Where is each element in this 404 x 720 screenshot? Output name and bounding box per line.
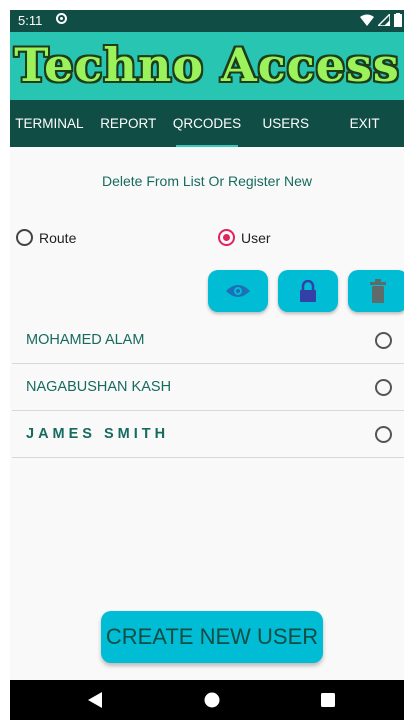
nav-bar — [10, 680, 404, 720]
list-item[interactable]: JAMES SMITH — [12, 411, 404, 458]
list-item[interactable]: MOHAMED ALAM — [12, 317, 404, 364]
radio-route-label: Route — [39, 229, 77, 246]
sync-icon — [56, 13, 67, 24]
user-name: MOHAMED ALAM — [26, 332, 145, 348]
tab-exit[interactable]: EXIT — [325, 100, 404, 147]
create-new-user-button[interactable]: CREATE NEW USER — [101, 611, 323, 663]
view-button[interactable] — [208, 270, 268, 312]
lock-icon — [300, 280, 316, 302]
status-icons — [360, 12, 402, 28]
recents-icon[interactable] — [320, 692, 336, 708]
lock-button[interactable] — [278, 270, 338, 312]
radio-user[interactable]: User — [218, 229, 271, 246]
battery-icon — [394, 13, 402, 27]
back-icon[interactable] — [88, 692, 102, 708]
radio-user-circle[interactable] — [218, 229, 235, 246]
app-title: Techno Access — [14, 38, 400, 92]
trash-icon — [370, 279, 386, 303]
tab-users[interactable]: USERS — [246, 100, 325, 147]
page-subtitle: Delete From List Or Register New — [101, 173, 313, 189]
signal-icon — [378, 14, 390, 26]
radio-user-label: User — [241, 229, 271, 246]
app-screen: 5:11 Techno Access TERMINAL REPORT QRCOD… — [10, 10, 404, 720]
tab-terminal[interactable]: TERMINAL — [10, 100, 89, 147]
select-radio[interactable] — [375, 378, 392, 396]
app-banner: Techno Access — [10, 32, 404, 110]
user-list: MOHAMED ALAM NAGABUSHAN KASH JAMES SMITH — [12, 317, 404, 458]
select-radio[interactable] — [375, 331, 392, 349]
eye-icon — [226, 285, 250, 297]
list-item[interactable]: NAGABUSHAN KASH — [12, 364, 404, 411]
home-icon[interactable] — [204, 692, 220, 708]
user-name: NAGABUSHAN KASH — [26, 379, 172, 395]
select-radio[interactable] — [375, 425, 392, 443]
tab-report[interactable]: REPORT — [89, 100, 168, 147]
status-bar: 5:11 — [10, 10, 404, 32]
user-name: JAMES SMITH — [26, 426, 170, 442]
delete-button[interactable] — [348, 270, 404, 312]
status-time: 5:11 — [18, 13, 43, 28]
tab-bar: TERMINAL REPORT QRCODES USERS EXIT — [10, 100, 404, 147]
wifi-icon — [360, 14, 374, 26]
tab-qrcodes[interactable]: QRCODES — [168, 100, 247, 147]
radio-route[interactable]: Route — [16, 229, 76, 246]
radio-route-circle[interactable] — [16, 229, 33, 246]
